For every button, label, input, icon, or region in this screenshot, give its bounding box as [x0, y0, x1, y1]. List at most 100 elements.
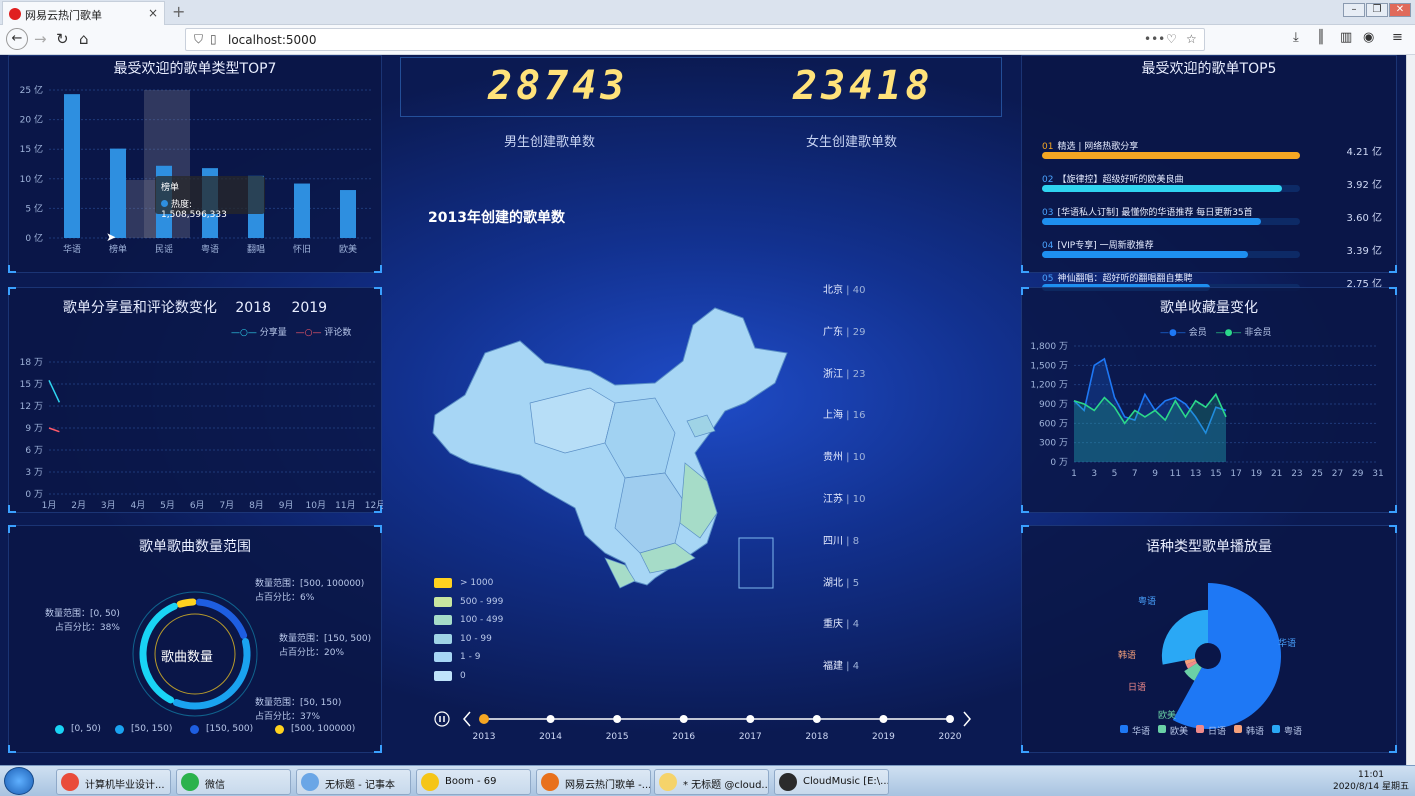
lang-legend-item[interactable]: 华语: [1120, 724, 1150, 737]
province-item: 浙江 | 23: [823, 365, 865, 380]
map-legend-item[interactable]: 100 - 499: [434, 615, 503, 625]
taskbar-app-icon: [181, 773, 199, 791]
taskbar-item-label: 无标题 - 记事本: [325, 780, 395, 791]
province-name: 江苏: [823, 494, 843, 505]
top5-item[interactable]: 01 精选 | 网络热歌分享 4.21 亿: [1042, 139, 1392, 163]
timeline[interactable]: 2013 2014 2015 2016 2017 2018 2019 2020: [430, 705, 990, 755]
taskbar-item[interactable]: 网易云热门歌单 -...: [536, 769, 651, 795]
taskbar-item[interactable]: * 无标题 @cloud...: [654, 769, 769, 795]
taskbar-item-label: Boom - 69: [445, 776, 497, 787]
pocket-icon[interactable]: ♡: [1166, 32, 1177, 46]
range-legend-item[interactable]: [500, 100000): [275, 724, 355, 734]
map-legend-label: 10 - 99: [460, 633, 492, 644]
top5-name: 神仙翻唱：超好听的翻唱翻自集聘: [1057, 274, 1193, 284]
range-legend-label: [500, 100000): [291, 724, 356, 734]
x-tick-label: 5月: [160, 500, 175, 511]
map-legend-item[interactable]: 0: [434, 670, 466, 681]
y-tick-label: 20 亿: [20, 114, 43, 126]
home-icon[interactable]: ⌂: [79, 30, 89, 48]
y-tick-label: 1,200 万: [1030, 381, 1068, 391]
x-tick-label: 27: [1332, 469, 1343, 479]
windows-taskbar: 计算机毕业设计... 微信 无标题 - 记事本 Boom - 69 网易云热门歌单 -.…: [0, 765, 1415, 796]
top5-rank: 02: [1042, 175, 1054, 185]
range-legend-item[interactable]: [50, 150): [115, 724, 172, 734]
clock[interactable]: 11:01 2020/8/14 星期五: [1333, 769, 1409, 793]
new-tab-button[interactable]: +: [172, 2, 185, 21]
year-2018-button[interactable]: 2018: [235, 300, 271, 316]
x-tick-label: 粤语: [201, 243, 219, 255]
top5-rank: 05: [1042, 274, 1054, 284]
window-close-button[interactable]: ✕: [1389, 3, 1411, 17]
forward-icon[interactable]: →: [34, 30, 47, 48]
y-tick-label: 1,500 万: [1030, 361, 1068, 371]
y-tick-label: 900 万: [1039, 400, 1068, 410]
taskbar-item[interactable]: Boom - 69: [416, 769, 531, 795]
taskbar-item-label: * 无标题 @cloud...: [683, 780, 769, 791]
menu-icon[interactable]: ≡: [1392, 30, 1403, 45]
y-tick-label: 1,800 万: [1030, 342, 1068, 352]
top5-name: [VIP专享] 一周新歌推荐: [1057, 241, 1154, 251]
range-legend[interactable]: [0, 50) [50, 150) [150, 500) [500, 100000): [55, 724, 375, 736]
province-name: 四川: [823, 535, 843, 547]
panel-top5-title: 最受欢迎的歌单TOP5: [1141, 61, 1277, 77]
legend-swatch-icon: [434, 633, 452, 644]
map-title: 2013年创建的歌单数: [428, 210, 565, 226]
timeline-year: 2015: [606, 732, 629, 742]
minimize-button[interactable]: –: [1343, 3, 1365, 17]
x-tick-label: 11: [1170, 469, 1181, 479]
province-name: 北京: [823, 285, 843, 296]
download-icon[interactable]: ⤓: [1293, 30, 1299, 45]
x-tick-label: 15: [1210, 469, 1221, 479]
timeline-dot: [613, 715, 622, 723]
taskbar-item[interactable]: 无标题 - 记事本: [296, 769, 411, 795]
account-icon[interactable]: ◉: [1363, 30, 1374, 45]
map-legend-item[interactable]: 500 - 999: [434, 596, 503, 607]
reload-icon[interactable]: ↻: [56, 30, 69, 48]
start-button[interactable]: [4, 767, 34, 795]
top5-item[interactable]: 02 【旋律控】超级好听的欧美良曲 3.92 亿: [1042, 172, 1392, 196]
bookmark-star-icon[interactable]: ☆: [1186, 32, 1197, 46]
map-legend-item[interactable]: 10 - 99: [434, 633, 492, 644]
map-legend-item[interactable]: 1 - 9: [434, 652, 480, 662]
province-value: | 4: [843, 619, 860, 631]
y-tick-label: 0 亿: [25, 232, 43, 244]
browser-tab[interactable]: 网易云热门歌单 ×: [2, 1, 165, 25]
top5-bar-fill: [1042, 218, 1262, 225]
legend-swatch-icon: [1196, 725, 1204, 733]
taskbar-item[interactable]: 微信: [176, 769, 291, 795]
province-item: 重庆 | 4: [823, 615, 859, 630]
taskbar-item[interactable]: 计算机毕业设计...: [56, 769, 171, 795]
lang-legend-label: 韩语: [1246, 727, 1265, 737]
collect-legend[interactable]: —●— 会员 —●— 非会员: [1160, 325, 1271, 338]
lang-legend-item[interactable]: 欧美: [1158, 724, 1188, 737]
lang-legend-item[interactable]: 粤语: [1272, 724, 1302, 737]
top5-item[interactable]: 03 [华语私人订制] 最懂你的华语推荐 每日更新35首 3.60 亿: [1042, 205, 1392, 229]
lang-legend-item[interactable]: 日语: [1196, 724, 1226, 737]
taskbar-app-icon: [541, 773, 559, 791]
share-legend[interactable]: —○— 分享量 —○— 评论数: [231, 325, 351, 338]
address-bar[interactable]: ⛉ ▯ localhost:5000 ••• ♡ ☆: [185, 28, 1205, 51]
maximize-button[interactable]: ❐: [1366, 3, 1388, 17]
map-legend-label: > 1000: [460, 578, 494, 588]
timeline-year: 2019: [872, 732, 895, 742]
taskbar-item[interactable]: CloudMusic [E:\...: [774, 769, 889, 795]
china-map[interactable]: [425, 303, 805, 603]
range-legend-item[interactable]: [150, 500): [190, 724, 253, 734]
map-legend-item[interactable]: > 1000: [434, 578, 493, 588]
year-2019-button[interactable]: 2019: [291, 300, 327, 316]
back-icon[interactable]: ←: [6, 28, 28, 50]
sidebar-icon[interactable]: ▥: [1340, 30, 1352, 45]
library-icon[interactable]: ║: [1317, 30, 1325, 45]
province-value: | 4: [843, 661, 860, 673]
top5-bar-fill: [1042, 185, 1282, 192]
range-legend-label: [150, 500): [206, 724, 254, 734]
lang-legend[interactable]: 华语 欧美 日语 韩语 粤语: [1120, 724, 1390, 737]
top5-item[interactable]: 04 [VIP专享] 一周新歌推荐 3.39 亿: [1042, 238, 1392, 262]
lang-legend-item[interactable]: 韩语: [1234, 724, 1264, 737]
ring-slice: [176, 598, 197, 608]
page-scrollbar[interactable]: [1406, 55, 1415, 765]
clock-time: 11:01: [1358, 770, 1384, 780]
more-icon[interactable]: •••: [1144, 32, 1165, 46]
tab-close-icon[interactable]: ×: [148, 6, 158, 20]
range-legend-item[interactable]: [0, 50): [55, 724, 101, 734]
